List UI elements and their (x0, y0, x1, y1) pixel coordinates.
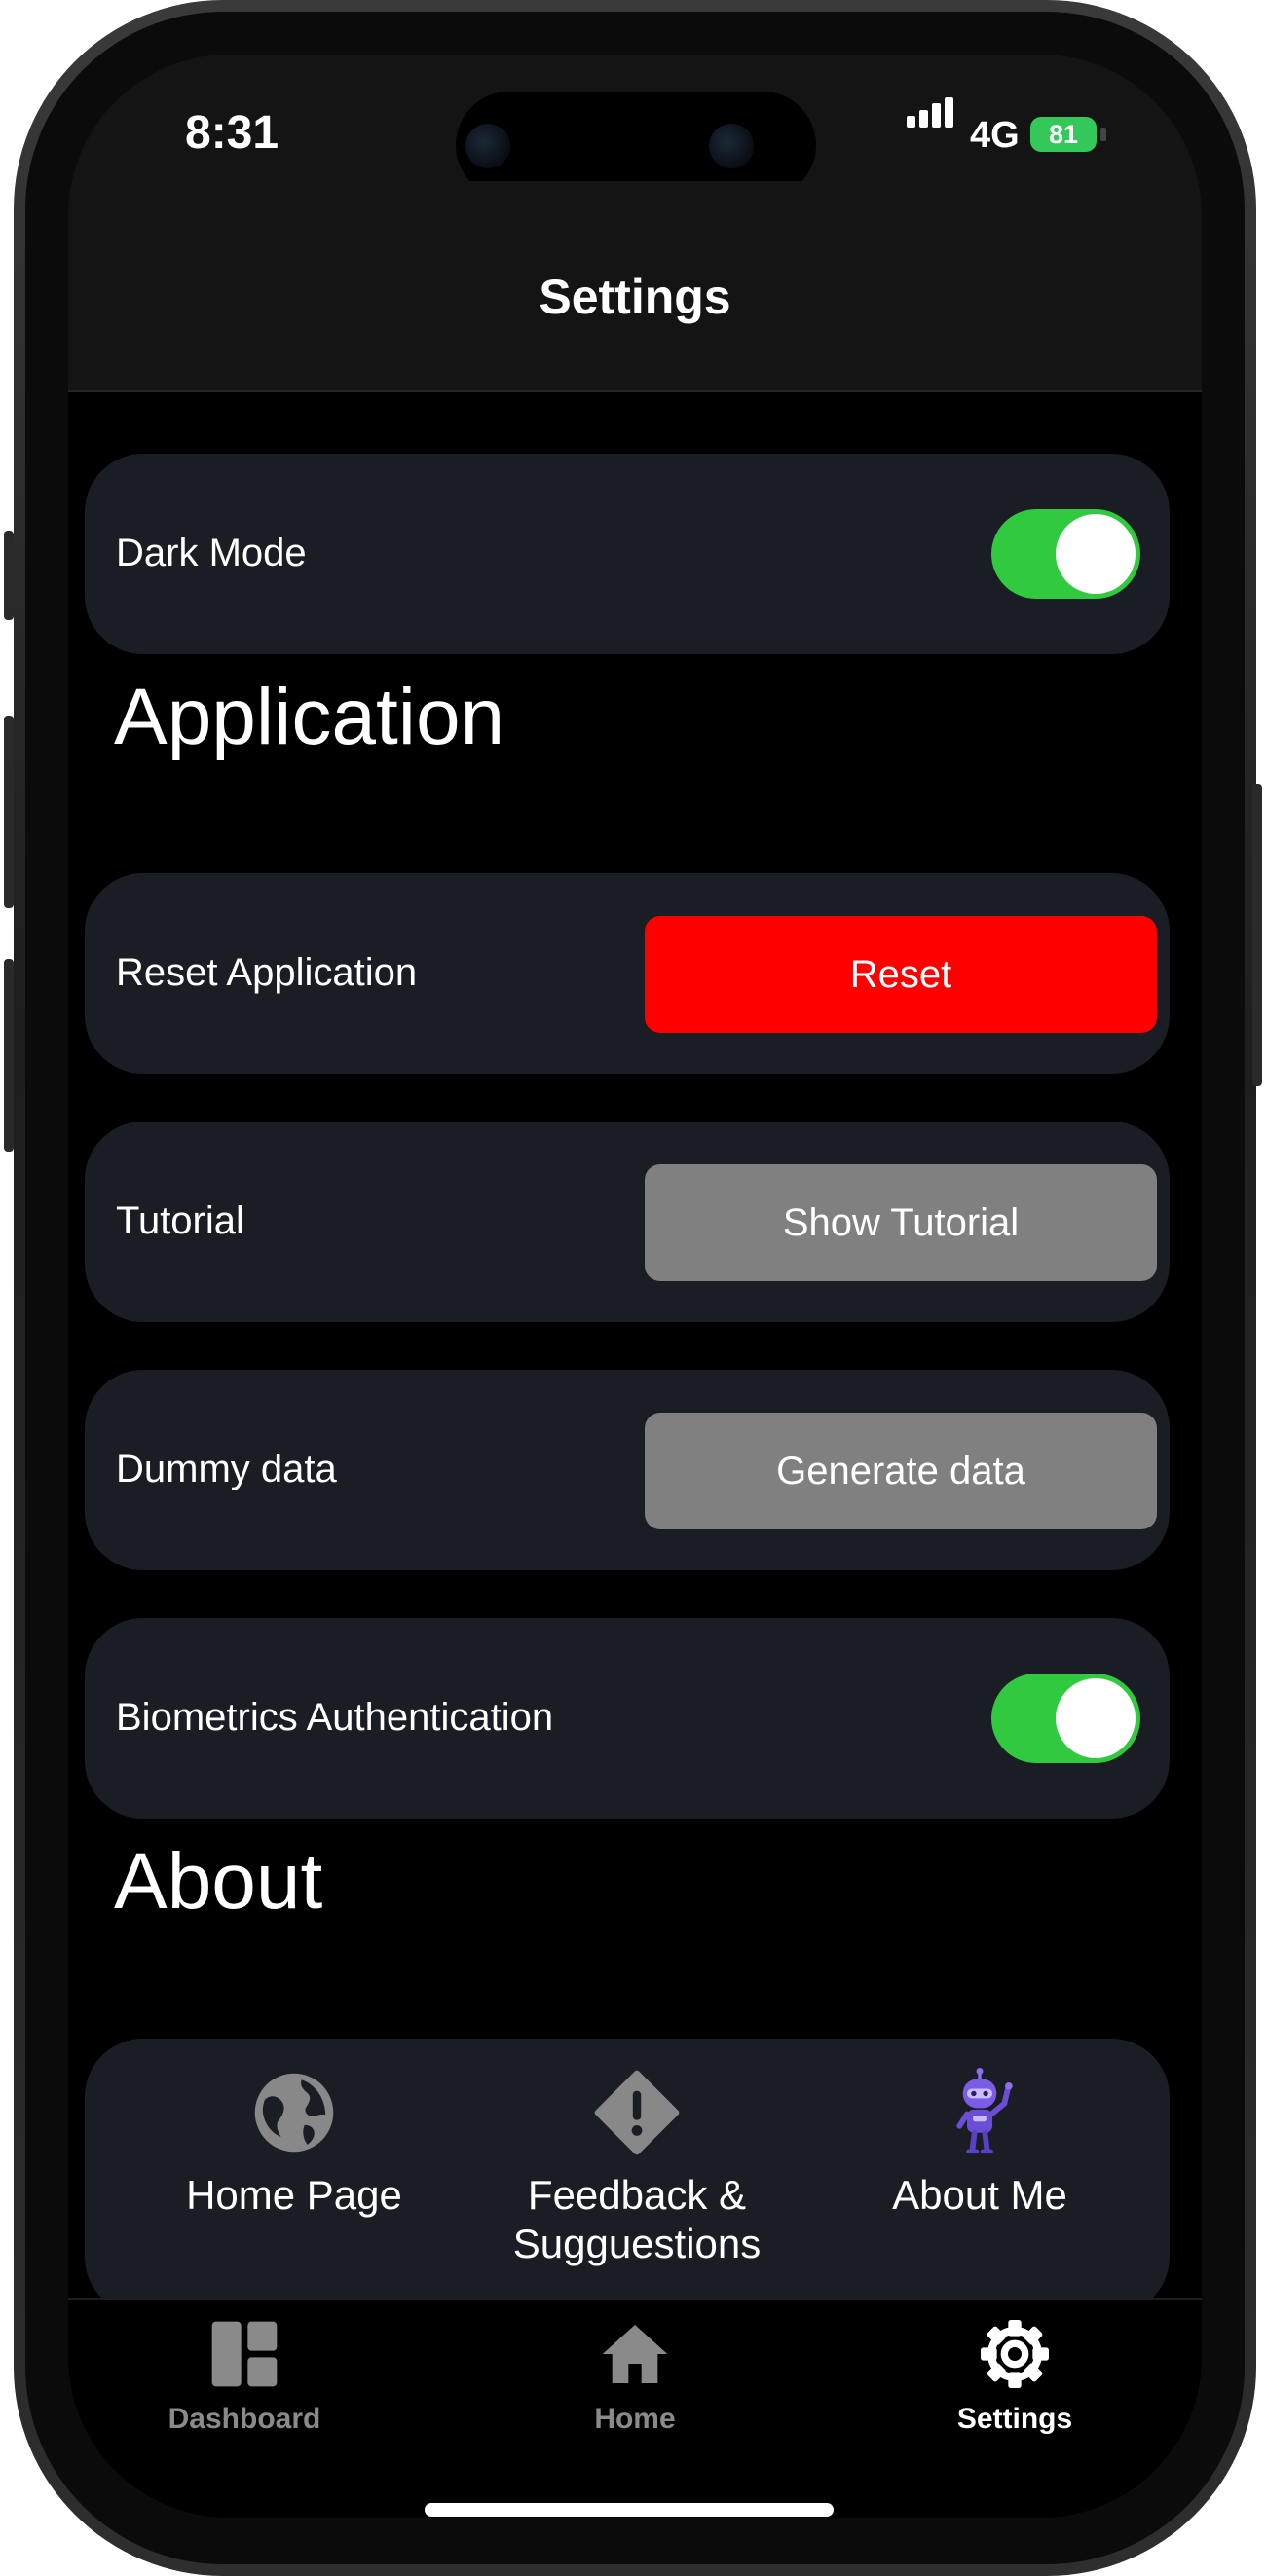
battery-tip (1100, 128, 1106, 141)
dummy-data-row: Dummy data Generate data (85, 1370, 1170, 1570)
dark-mode-toggle[interactable] (991, 509, 1140, 599)
reset-application-label: Reset Application (116, 951, 418, 994)
nav-header: Settings (68, 181, 1202, 392)
reset-application-row: Reset Application Reset (85, 873, 1170, 1074)
status-bar: 8:31 4G 81 (68, 55, 1202, 199)
tab-bar: Dashboard Home Settings (68, 2298, 1202, 2518)
tab-settings-label: Settings (956, 2403, 1073, 2435)
application-section-title: Application (114, 673, 505, 761)
home-page-link[interactable]: Home Page (119, 2068, 469, 2220)
dashboard-icon (211, 2321, 278, 2387)
biometrics-toggle[interactable] (991, 1674, 1140, 1763)
about-me-label: About Me (892, 2172, 1067, 2218)
volume-up-button (4, 716, 14, 908)
network-type: 4G (970, 115, 1020, 156)
tutorial-label: Tutorial (116, 1199, 244, 1242)
reset-button[interactable]: Reset (645, 916, 1157, 1033)
tab-dashboard-label: Dashboard (168, 2403, 321, 2435)
tab-dashboard[interactable]: Dashboard (98, 2315, 391, 2436)
power-button (1252, 784, 1262, 1086)
battery-icon: 81 (1030, 117, 1097, 152)
about-me-link[interactable]: About Me (804, 2068, 1155, 2220)
screen: 8:31 4G 81 Settings Dark Mode Applicatio… (68, 55, 1202, 2518)
biometrics-label: Biometrics Authentication (116, 1696, 554, 1739)
generate-data-button[interactable]: Generate data (645, 1413, 1157, 1529)
feedback-label: Feedback & Sugguestions (512, 2172, 762, 2266)
tutorial-row: Tutorial Show Tutorial (85, 1122, 1170, 1322)
tab-settings[interactable]: Settings (869, 2315, 1161, 2436)
toggle-knob (1056, 1678, 1136, 1758)
home-icon (602, 2325, 668, 2383)
home-page-label: Home Page (186, 2172, 402, 2218)
volume-down-button (4, 959, 14, 1152)
toggle-knob (1056, 514, 1136, 594)
dummy-data-label: Dummy data (116, 1448, 337, 1490)
globe-icon (254, 2073, 334, 2153)
show-tutorial-button[interactable]: Show Tutorial (645, 1164, 1157, 1281)
tab-home[interactable]: Home (489, 2315, 781, 2436)
gear-icon (981, 2320, 1049, 2388)
about-card: Home Page Feedback & Sugguestions About … (85, 2039, 1170, 2315)
battery-level: 81 (1048, 120, 1079, 149)
page-title: Settings (539, 270, 731, 324)
biometrics-row: Biometrics Authentication (85, 1618, 1170, 1819)
status-time: 8:31 (185, 107, 279, 159)
robot-avatar-icon (956, 2068, 1013, 2154)
tab-home-label: Home (594, 2403, 676, 2435)
dark-mode-label: Dark Mode (116, 532, 307, 574)
feedback-link[interactable]: Feedback & Sugguestions (462, 2068, 812, 2268)
home-indicator[interactable] (425, 2503, 834, 2517)
sensor-icon (709, 124, 754, 168)
action-button (4, 531, 14, 620)
camera-icon (465, 124, 510, 168)
dark-mode-row: Dark Mode (85, 454, 1170, 654)
about-section-title: About (114, 1837, 323, 1926)
alert-diamond-icon (594, 2070, 680, 2155)
